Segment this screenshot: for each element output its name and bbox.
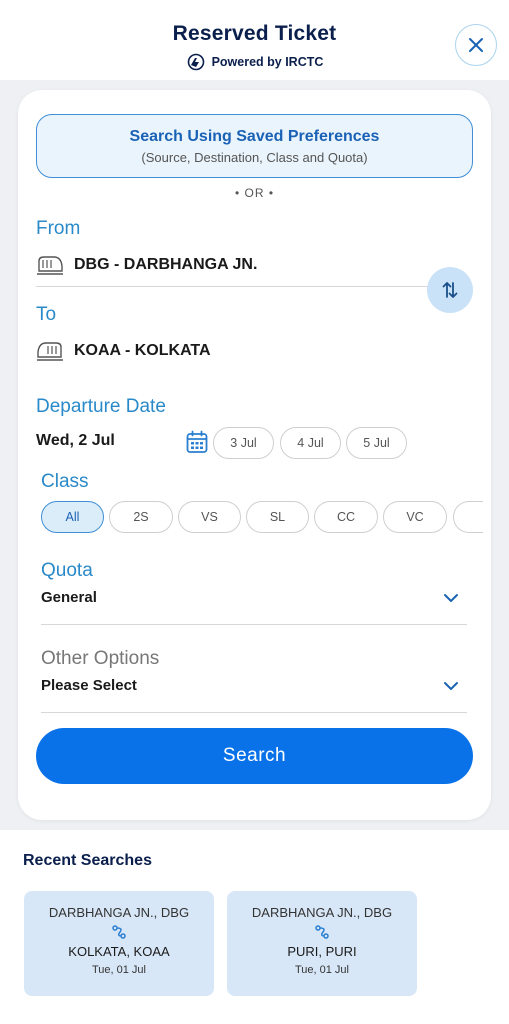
from-station-field[interactable]: DBG - DARBHANGA JN. [36,254,257,276]
chevron-down-icon[interactable] [443,680,459,692]
class-chip-vc[interactable]: VC [383,501,447,533]
class-chip-sl[interactable]: SL [246,501,309,533]
class-label: Class [41,471,89,492]
other-options-divider [41,712,467,713]
route-icon [24,924,214,940]
saved-preferences-title: Search Using Saved Preferences [129,128,380,145]
recent-searches-section: Recent Searches DARBHANGA JN., DBG KOLKA… [0,830,509,1024]
powered-by: Powered by IRCTC [0,53,509,71]
other-options-label: Other Options [41,648,160,669]
to-station-value: KOAA - KOLKATA [74,342,211,359]
recent-from: DARBHANGA JN., DBG [251,905,393,920]
from-label: From [36,218,81,239]
recent-date: Tue, 01 Jul [294,964,349,976]
from-divider [36,286,431,287]
from-station-value: DBG - DARBHANGA JN. [74,256,258,273]
recent-from: DARBHANGA JN., DBG [48,905,190,920]
close-button[interactable] [455,24,497,66]
quick-date-chip[interactable]: 4 Jul [280,427,341,459]
quick-date-chip[interactable]: 3 Jul [213,427,274,459]
recent-to: KOLKATA, KOAA [68,944,170,959]
to-label: To [36,304,57,325]
departure-date-label: Departure Date [36,396,166,417]
class-chip-cc[interactable]: CC [314,501,378,533]
saved-preferences-subtitle: (Source, Destination, Class and Quota) [141,150,368,165]
train-icon [37,256,63,275]
close-icon [469,38,483,52]
irctc-logo-icon [187,53,204,71]
class-chip-2s[interactable]: 2S [109,501,173,533]
or-separator: • OR • [234,186,275,200]
quick-date-chip[interactable]: 5 Jul [346,427,407,459]
quota-divider [41,624,467,625]
train-icon [37,342,63,361]
other-options-select[interactable]: Please Select [41,677,137,694]
chevron-down-icon[interactable] [443,592,459,604]
departure-date-value[interactable]: Wed, 2 Jul [36,432,115,450]
recent-search-card[interactable]: DARBHANGA JN., DBG KOLKATA, KOAA Tue, 01… [24,891,214,996]
swap-icon [442,282,458,298]
recent-to: PURI, PURI [287,944,357,959]
recent-search-card[interactable]: DARBHANGA JN., DBG PURI, PURI Tue, 01 Ju… [227,891,417,996]
swap-stations-button[interactable] [427,267,473,313]
search-form-card: Search Using Saved Preferences (Source, … [18,90,491,820]
page-title: Reserved Ticket [172,22,337,45]
to-station-field[interactable]: KOAA - KOLKATA [36,340,211,362]
class-chip-vs[interactable]: VS [178,501,241,533]
class-chip-more[interactable] [453,501,483,533]
route-icon [227,924,417,940]
class-chip-all[interactable]: All [41,501,104,533]
powered-by-text: Powered by IRCTC [211,55,324,69]
search-button[interactable]: Search [36,728,473,784]
recent-date: Tue, 01 Jul [91,964,146,976]
quota-label: Quota [41,560,93,581]
quota-select[interactable]: General [41,589,97,606]
saved-preferences-button[interactable]: Search Using Saved Preferences (Source, … [36,114,473,178]
recent-searches-title: Recent Searches [23,852,152,869]
calendar-icon[interactable] [186,430,208,454]
header: Reserved Ticket Powered by IRCTC [0,0,509,80]
